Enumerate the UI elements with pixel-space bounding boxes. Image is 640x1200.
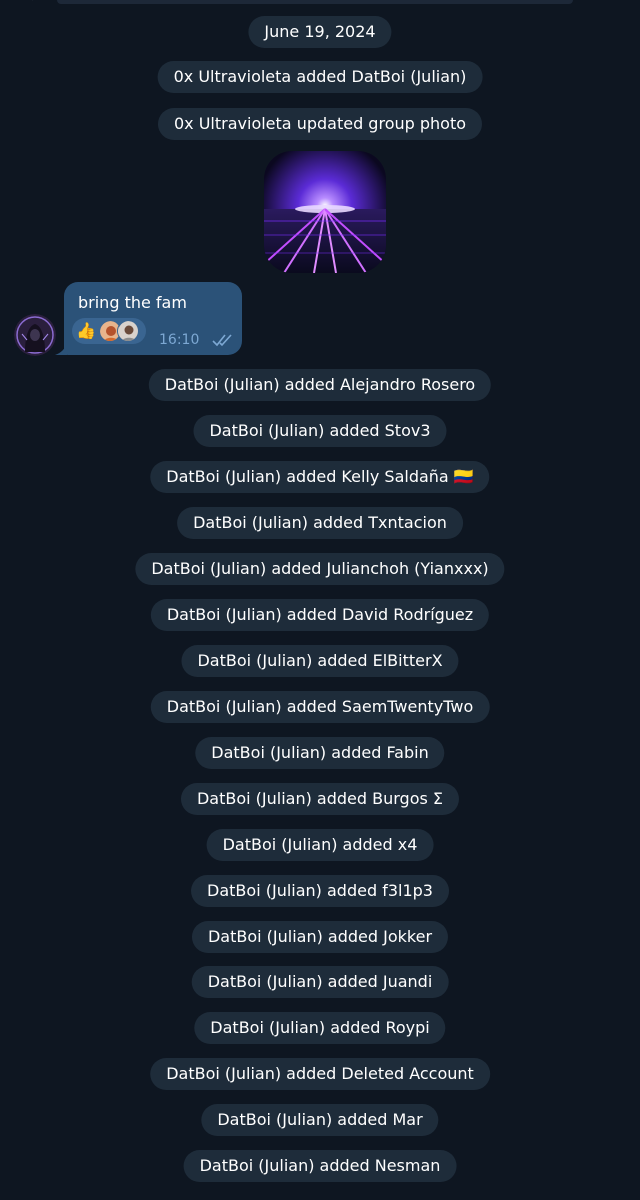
service-message: DatBoi (Julian) added Stov3 [193,415,447,447]
message-text: bring the fam [78,293,187,312]
service-message: DatBoi (Julian) added Julianchoh (Yianxx… [135,553,505,585]
service-message: DatBoi (Julian) added Fabin [195,737,445,769]
double-check-icon [212,334,232,347]
service-message: DatBoi (Julian) added Roypi [194,1012,446,1044]
service-message: DatBoi (Julian) added Nesman [183,1150,457,1182]
service-message: DatBoi (Julian) added Alejandro Rosero [148,369,492,401]
service-message: 0x Ultravioleta updated group photo [157,108,483,140]
service-message: DatBoi (Julian) added Mar [201,1104,439,1136]
message-bubble[interactable]: bring the fam 👍 16:10 [64,282,242,355]
reactor-avatar [117,320,139,342]
group-photo-image[interactable] [264,151,386,273]
service-message: DatBoi (Julian) added Txntacion [177,507,463,539]
service-message: DatBoi (Julian) added x4 [206,829,434,861]
thumbs-up-reaction: 👍 [76,321,96,340]
service-message: DatBoi (Julian) added f3l1p3 [191,875,449,907]
service-message: DatBoi (Julian) added Deleted Account [150,1058,490,1090]
top-scroll-edge [57,0,573,4]
service-message: DatBoi (Julian) added Burgos Σ [180,783,460,815]
hooded-figure-avatar [14,314,56,356]
service-message: DatBoi (Julian) added Kelly Saldaña 🇨🇴 [150,461,490,493]
service-message: DatBoi (Julian) added ElBitterX [181,645,459,677]
partial-icon: ✦ [28,0,40,4]
sender-avatar[interactable] [14,314,56,356]
message-time: 16:10 [159,332,200,348]
service-message: DatBoi (Julian) added Jokker [191,921,449,953]
service-message: DatBoi (Julian) added David Rodríguez [150,599,490,631]
date-separator[interactable]: June 19, 2024 [248,16,392,48]
reaction-chip[interactable]: 👍 [72,318,146,344]
service-message: DatBoi (Julian) added SaemTwentyTwo [150,691,490,723]
service-message: DatBoi (Julian) added Juandi [191,966,449,998]
service-message: 0x Ultravioleta added DatBoi (Julian) [157,61,483,93]
synthwave-horizon-image [264,151,386,273]
